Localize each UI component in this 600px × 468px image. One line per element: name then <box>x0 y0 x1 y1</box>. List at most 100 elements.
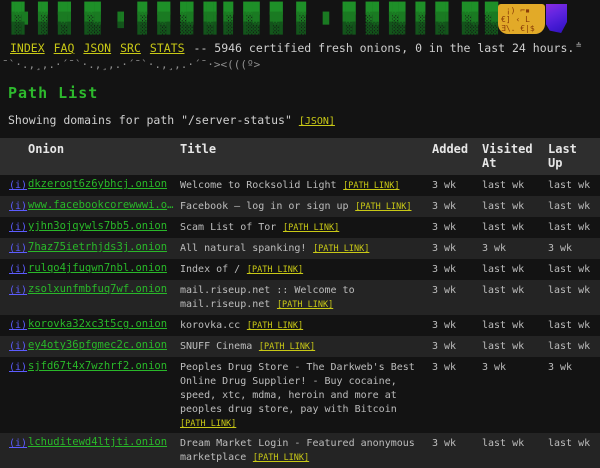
title-cell: Facebook – log in or sign up [PATH LINK] <box>180 199 432 213</box>
added-cell: 3 wk <box>432 436 482 449</box>
path-link[interactable]: [PATH LINK] <box>180 419 236 429</box>
visited-at-cell: last wk <box>482 262 548 275</box>
info-link[interactable]: (i) <box>9 243 27 254</box>
last-up-cell: last wk <box>548 262 598 275</box>
info-cell: (i) <box>0 318 28 331</box>
onion-link[interactable]: www.facebookcorewwwi.onion <box>28 199 176 211</box>
title-cell: korovka.cc [PATH LINK] <box>180 318 432 332</box>
added-cell: 3 wk <box>432 339 482 352</box>
visited-at-cell: 3 wk <box>482 360 548 373</box>
added-cell: 3 wk <box>432 262 482 275</box>
onion-cell: rulqo4jfuqwn7nbl.onion <box>28 262 180 275</box>
visited-at-cell: last wk <box>482 339 548 352</box>
corner-ansi-art: ¡) ⌐▪ €] ‹ L Ǝ\. €|$ <box>498 4 567 34</box>
onion-cell: www.facebookcorewwwi.onion <box>28 199 180 212</box>
info-link[interactable]: (i) <box>9 201 27 212</box>
info-cell: (i) <box>0 283 28 296</box>
onion-link[interactable]: rulqo4jfuqwn7nbl.onion <box>28 262 167 274</box>
header-added: Added <box>432 142 482 170</box>
title-text: Scam List of Tor <box>180 222 276 233</box>
path-link[interactable]: [PATH LINK] <box>259 342 315 352</box>
visited-at-value: last wk <box>482 180 524 191</box>
path-link[interactable]: [PATH LINK] <box>343 181 399 191</box>
added-value: 3 wk <box>432 285 456 296</box>
added-value: 3 wk <box>432 222 456 233</box>
path-link[interactable]: [PATH LINK] <box>313 244 369 254</box>
visited-at-value: last wk <box>482 341 524 352</box>
table-row: (i) korovka32xc3t5cg.onion korovka.cc [P… <box>0 315 600 336</box>
title-cell: All natural spanking! [PATH LINK] <box>180 241 432 255</box>
tiny-glyph: ≐ <box>576 41 581 51</box>
onion-cell: zsolxunfmbfuq7wf.onion <box>28 283 180 296</box>
last-up-value: 3 wk <box>548 243 572 254</box>
last-up-value: last wk <box>548 285 590 296</box>
visited-at-cell: last wk <box>482 283 548 296</box>
nav-link-faq[interactable]: FAQ <box>54 41 75 55</box>
onion-link[interactable]: korovka32xc3t5cg.onion <box>28 318 167 330</box>
onion-link[interactable]: sjfd67t4x7wzhrf2.onion <box>28 360 167 372</box>
info-link[interactable]: (i) <box>9 222 27 233</box>
last-up-value: last wk <box>548 222 590 233</box>
added-value: 3 wk <box>432 264 456 275</box>
added-cell: 3 wk <box>432 220 482 233</box>
onion-cell: ey4oty36pfgmec2c.onion <box>28 339 180 352</box>
last-up-cell: last wk <box>548 318 598 331</box>
nav-link-src[interactable]: SRC <box>120 41 141 55</box>
info-link[interactable]: (i) <box>9 341 27 352</box>
info-link[interactable]: (i) <box>9 438 27 449</box>
onion-link[interactable]: zsolxunfmbfuq7wf.onion <box>28 283 167 295</box>
json-link[interactable]: [JSON] <box>299 116 335 127</box>
onion-link[interactable]: yjhn3ojqywls7bb5.onion <box>28 220 167 232</box>
path-link[interactable]: [PATH LINK] <box>247 265 303 275</box>
info-cell: (i) <box>0 220 28 233</box>
added-cell: 3 wk <box>432 283 482 296</box>
last-up-cell: last wk <box>548 283 598 296</box>
title-text: Index of / <box>180 264 240 275</box>
last-up-cell: 3 wk <box>548 360 598 373</box>
title-cell: Welcome to Rocksolid Light [PATH LINK] <box>180 178 432 192</box>
onion-count-status: -- 5946 certified fresh onions, 0 in the… <box>194 41 575 55</box>
added-cell: 3 wk <box>432 318 482 331</box>
info-cell: (i) <box>0 360 28 373</box>
added-value: 3 wk <box>432 362 456 373</box>
last-up-cell: last wk <box>548 436 598 449</box>
path-link[interactable]: [PATH LINK] <box>277 300 333 310</box>
page-title: Path List <box>8 84 600 102</box>
fresh-onions-page: { "banner": { "art_lines": [ "▐█▌ ▐█ ▐█▌… <box>0 4 600 404</box>
title-cell: Scam List of Tor [PATH LINK] <box>180 220 432 234</box>
last-up-cell: 3 wk <box>548 241 598 254</box>
path-link[interactable]: [PATH LINK] <box>247 321 303 331</box>
info-link[interactable]: (i) <box>9 285 27 296</box>
table-row: (i) dkzeroqt6z6ybhcj.onion Welcome to Ro… <box>0 175 600 196</box>
onion-link[interactable]: ey4oty36pfgmec2c.onion <box>28 339 167 351</box>
nav-link-json[interactable]: JSON <box>83 41 111 55</box>
info-link[interactable]: (i) <box>9 180 27 191</box>
visited-at-value: last wk <box>482 285 524 296</box>
title-text: All natural spanking! <box>180 243 306 254</box>
info-link[interactable]: (i) <box>9 362 27 373</box>
info-cell: (i) <box>0 199 28 212</box>
info-cell: (i) <box>0 262 28 275</box>
path-link[interactable]: [PATH LINK] <box>253 453 309 463</box>
onion-link[interactable]: dkzeroqt6z6ybhcj.onion <box>28 178 167 190</box>
table-row: (i) www.facebookcorewwwi.onion Facebook … <box>0 196 600 217</box>
path-link[interactable]: [PATH LINK] <box>283 223 339 233</box>
last-up-cell: last wk <box>548 178 598 191</box>
last-up-value: last wk <box>548 341 590 352</box>
nav-link-stats[interactable]: STATS <box>150 41 185 55</box>
info-link[interactable]: (i) <box>9 320 27 331</box>
purple-ansi-art <box>546 4 567 33</box>
nav-link-index[interactable]: INDEX <box>10 41 45 55</box>
path-link[interactable]: [PATH LINK] <box>355 202 411 212</box>
info-link[interactable]: (i) <box>9 264 27 275</box>
table-row: (i) ey4oty36pfgmec2c.onion SNUFF Cinema … <box>0 336 600 357</box>
title-text: Welcome to Rocksolid Light <box>180 180 337 191</box>
onion-link[interactable]: 7haz75ietrhjds3j.onion <box>28 241 167 253</box>
onion-art-line: €] ‹ L <box>501 15 530 24</box>
visited-at-value: last wk <box>482 438 524 449</box>
onion-link[interactable]: lchuditewd4ltjti.onion <box>28 436 167 448</box>
last-up-value: last wk <box>548 264 590 275</box>
added-value: 3 wk <box>432 243 456 254</box>
table-row: (i) rulqo4jfuqwn7nbl.onion Index of / [P… <box>0 259 600 280</box>
onion-cell: 7haz75ietrhjds3j.onion <box>28 241 180 254</box>
